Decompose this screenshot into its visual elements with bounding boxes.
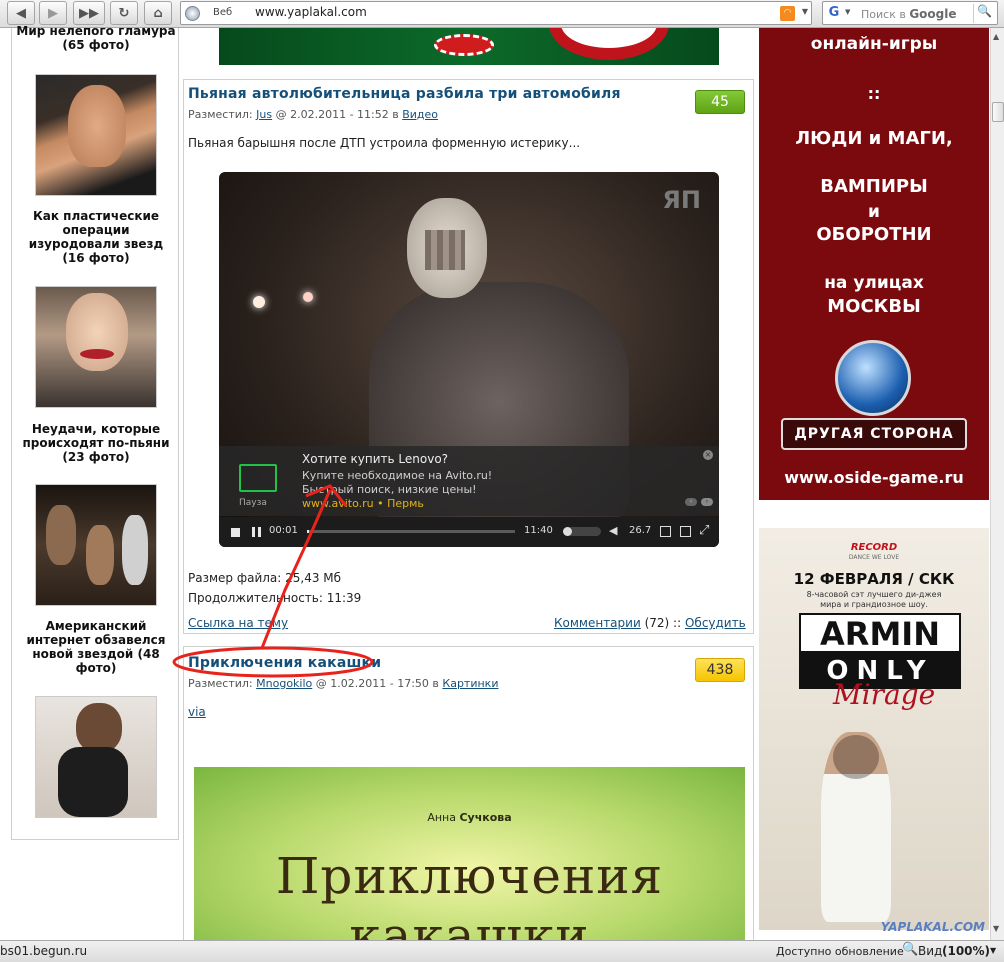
concert-date: 12 ФЕВРАЛЯ / СКК — [793, 570, 955, 588]
banner-text: и — [868, 202, 880, 222]
banner-text: ОБОРОТНИ — [816, 224, 932, 245]
scroll-thumb[interactable] — [992, 102, 1004, 122]
record-logo-sub: DANCE WE LOVE — [848, 554, 900, 561]
banner-url: www.oside-game.ru — [784, 468, 964, 487]
scroll-down-icon[interactable]: ▼ — [993, 924, 999, 933]
dj-hair-image — [833, 735, 879, 779]
vertical-scrollbar[interactable]: ▲ ▼ — [990, 28, 1004, 940]
game-logo-icon — [835, 340, 911, 416]
status-url: bs01.begun.ru — [0, 944, 88, 958]
game-ad-banner[interactable]: онлайн-игры :: ЛЮДИ и МАГИ, ВАМПИРЫ и ОБ… — [759, 28, 989, 500]
chevron-down-icon[interactable]: ▼ — [990, 946, 996, 955]
concert-ad-banner[interactable]: RECORD DANCE WE LOVE 12 ФЕВРАЛЯ / СКК 8-… — [759, 528, 989, 934]
banner-text: ВАМПИРЫ — [820, 176, 928, 197]
annotation-arrow — [260, 489, 332, 649]
record-logo: RECORD — [850, 542, 898, 553]
mirage-logo: Mirage — [833, 678, 936, 711]
watermark-text: YAPLAKAL.COM — [880, 920, 985, 934]
zoom-icon[interactable]: 🔍 — [902, 942, 918, 957]
banner-text: МОСКВЫ — [827, 296, 921, 317]
status-bar: bs01.begun.ru Доступно обновление 🔍 Вид … — [0, 940, 1004, 962]
banner-text: онлайн-игры — [810, 34, 938, 54]
scroll-up-icon[interactable]: ▲ — [993, 32, 999, 41]
update-available-label[interactable]: Доступно обновление — [776, 945, 904, 958]
banner-text: ЛЮДИ и МАГИ, — [795, 128, 953, 149]
armin-logo: ARMIN — [799, 613, 961, 653]
annotation-ellipse — [172, 646, 374, 678]
concert-desc: 8-часовой сэт лучшего ди-джея мира и гра… — [806, 590, 942, 609]
banner-text: :: — [867, 84, 881, 103]
game-logo-text: ДРУГАЯ СТОРОНА — [781, 418, 967, 450]
banner-text: на улицах — [824, 273, 924, 293]
zoom-value[interactable]: (100%) — [942, 944, 990, 958]
zoom-label[interactable]: Вид — [918, 944, 942, 958]
